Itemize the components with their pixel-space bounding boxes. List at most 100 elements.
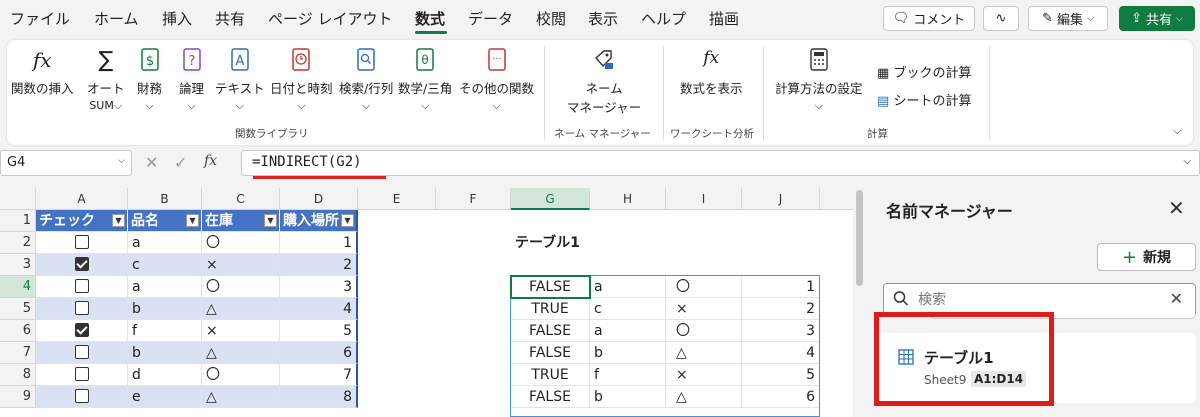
table-cell[interactable]: d xyxy=(128,364,202,386)
column-header-selected[interactable]: G xyxy=(511,188,590,210)
row-header[interactable]: 2 xyxy=(0,232,36,254)
comment-button[interactable]: 🗨 コメント xyxy=(883,6,975,31)
table-cell[interactable]: 〇 xyxy=(202,364,280,386)
checkbox[interactable] xyxy=(74,323,89,337)
tab-help[interactable]: ヘルプ xyxy=(641,8,686,29)
checkbox[interactable] xyxy=(74,389,89,403)
spill-cell[interactable]: 4 xyxy=(742,342,820,364)
column-header[interactable]: B xyxy=(128,188,202,210)
spill-cell[interactable]: b xyxy=(590,342,666,364)
tab-share[interactable]: 共有 xyxy=(215,8,245,29)
spill-cell[interactable]: TRUE xyxy=(511,364,590,386)
spill-cell[interactable]: FALSE xyxy=(511,342,590,364)
column-header[interactable]: C xyxy=(202,188,280,210)
share-button[interactable]: ⇪ 共有 ⌵ xyxy=(1119,6,1195,31)
table-cell[interactable]: × xyxy=(202,320,280,342)
name-box[interactable]: G4 ⌵ xyxy=(0,150,132,176)
search-input[interactable] xyxy=(918,290,1158,310)
tab-insert[interactable]: 挿入 xyxy=(162,8,192,29)
checkbox[interactable] xyxy=(74,279,89,293)
table-cell[interactable] xyxy=(36,276,128,298)
spill-cell[interactable]: 2 xyxy=(742,298,820,320)
column-header[interactable]: I xyxy=(666,188,742,210)
table-header-cell[interactable]: 品名 ▼ xyxy=(128,210,202,232)
row-header[interactable]: 8 xyxy=(0,364,36,386)
spill-cell[interactable]: c xyxy=(590,298,666,320)
tab-page-layout[interactable]: ページ レイアウト xyxy=(268,8,392,29)
checkbox[interactable] xyxy=(74,301,89,315)
activity-button[interactable]: ∿ xyxy=(983,6,1019,31)
table-header-cell[interactable]: 在庫 ▼ xyxy=(202,210,280,232)
spill-cell[interactable]: FALSE xyxy=(511,386,590,408)
spreadsheet-grid[interactable]: A B C D E F G H I J 1 2 3 4 5 6 7 8 9 チェ… xyxy=(0,188,860,417)
table-cell[interactable]: 7 xyxy=(280,364,358,386)
spill-cell[interactable]: a xyxy=(590,320,666,342)
close-icon[interactable]: ✕ xyxy=(1168,196,1185,220)
column-header[interactable]: J xyxy=(742,188,820,210)
row-header[interactable]: 7 xyxy=(0,342,36,364)
insert-function-button[interactable]: fx 関数の挿入 xyxy=(11,48,74,97)
datetime-button[interactable]: 日付と時刻 ⌵ xyxy=(270,48,333,113)
table-cell[interactable]: c xyxy=(128,254,202,276)
tab-view[interactable]: 表示 xyxy=(588,8,618,29)
tab-draw[interactable]: 描画 xyxy=(709,8,739,29)
table-cell[interactable]: × xyxy=(202,254,280,276)
insert-function-icon[interactable]: fx xyxy=(204,153,217,169)
table-header-cell[interactable]: チェック ▼ xyxy=(36,210,128,232)
row-header[interactable]: 6 xyxy=(0,320,36,342)
expand-formula-icon[interactable]: ⌵ xyxy=(1183,156,1191,167)
name-manager-button[interactable]: ネーム マネージャー xyxy=(567,48,641,116)
row-header[interactable]: 5 xyxy=(0,298,36,320)
tab-home[interactable]: ホーム xyxy=(94,8,139,29)
table-cell[interactable]: b xyxy=(128,342,202,364)
logical-button[interactable]: ? 論理 ⌵ xyxy=(179,48,204,113)
row-header[interactable]: 1 xyxy=(0,210,36,232)
more-functions-button[interactable]: ··· その他の関数 ⌵ xyxy=(459,48,534,113)
table-cell[interactable] xyxy=(36,342,128,364)
table-cell[interactable] xyxy=(36,364,128,386)
table-cell[interactable]: 2 xyxy=(280,254,358,276)
tab-review[interactable]: 校閲 xyxy=(536,8,566,29)
row-header[interactable]: 9 xyxy=(0,386,36,408)
table-cell[interactable]: b xyxy=(128,298,202,320)
collapse-ribbon-icon[interactable]: ⌵ xyxy=(1173,124,1181,138)
table-cell[interactable]: f xyxy=(128,320,202,342)
text-functions-button[interactable]: A テキスト ⌵ xyxy=(215,48,265,113)
table-cell[interactable]: 6 xyxy=(280,342,358,364)
tab-data[interactable]: データ xyxy=(468,8,513,29)
table-cell[interactable]: 3 xyxy=(280,276,358,298)
filter-dropdown-icon[interactable]: ▼ xyxy=(186,214,199,227)
spill-cell[interactable]: 〇 xyxy=(666,276,742,298)
checkbox[interactable] xyxy=(74,367,89,381)
cancel-icon[interactable]: ✕ xyxy=(145,153,158,172)
row-header[interactable]: 3 xyxy=(0,254,36,276)
spill-cell[interactable]: × xyxy=(666,298,742,320)
spill-cell[interactable]: 6 xyxy=(742,386,820,408)
spill-cell[interactable]: × xyxy=(666,364,742,386)
table-name-cell[interactable]: テーブル1 xyxy=(511,232,590,254)
table-cell[interactable] xyxy=(36,386,128,408)
table-cell[interactable] xyxy=(36,298,128,320)
lookup-button[interactable]: 検索/行列 ⌵ xyxy=(339,48,393,113)
column-header[interactable]: F xyxy=(436,188,511,210)
scrollbar-thumb[interactable] xyxy=(856,190,863,286)
table-cell[interactable]: 5 xyxy=(280,320,358,342)
column-header[interactable]: A xyxy=(36,188,128,210)
table-cell[interactable] xyxy=(36,320,128,342)
row-header-selected[interactable]: 4 xyxy=(0,276,36,298)
spill-cell[interactable]: △ xyxy=(666,386,742,408)
spill-cell[interactable]: f xyxy=(590,364,666,386)
calculate-book-button[interactable]: ▦ ブックの計算 xyxy=(877,62,971,81)
enter-check-icon[interactable]: ✓ xyxy=(174,153,187,172)
table-cell[interactable]: e xyxy=(128,386,202,408)
table-cell[interactable]: 〇 xyxy=(202,232,280,254)
spill-cell[interactable]: 1 xyxy=(742,276,820,298)
table-cell[interactable] xyxy=(36,232,128,254)
calculate-sheet-button[interactable]: ▤ シートの計算 xyxy=(877,90,971,109)
filter-dropdown-icon[interactable]: ▼ xyxy=(112,214,125,227)
table-cell[interactable]: △ xyxy=(202,386,280,408)
new-name-button[interactable]: + 新規 xyxy=(1097,243,1196,271)
filter-dropdown-icon[interactable]: ▼ xyxy=(264,214,277,227)
column-header[interactable]: H xyxy=(590,188,666,210)
tab-file[interactable]: ファイル xyxy=(10,8,70,29)
